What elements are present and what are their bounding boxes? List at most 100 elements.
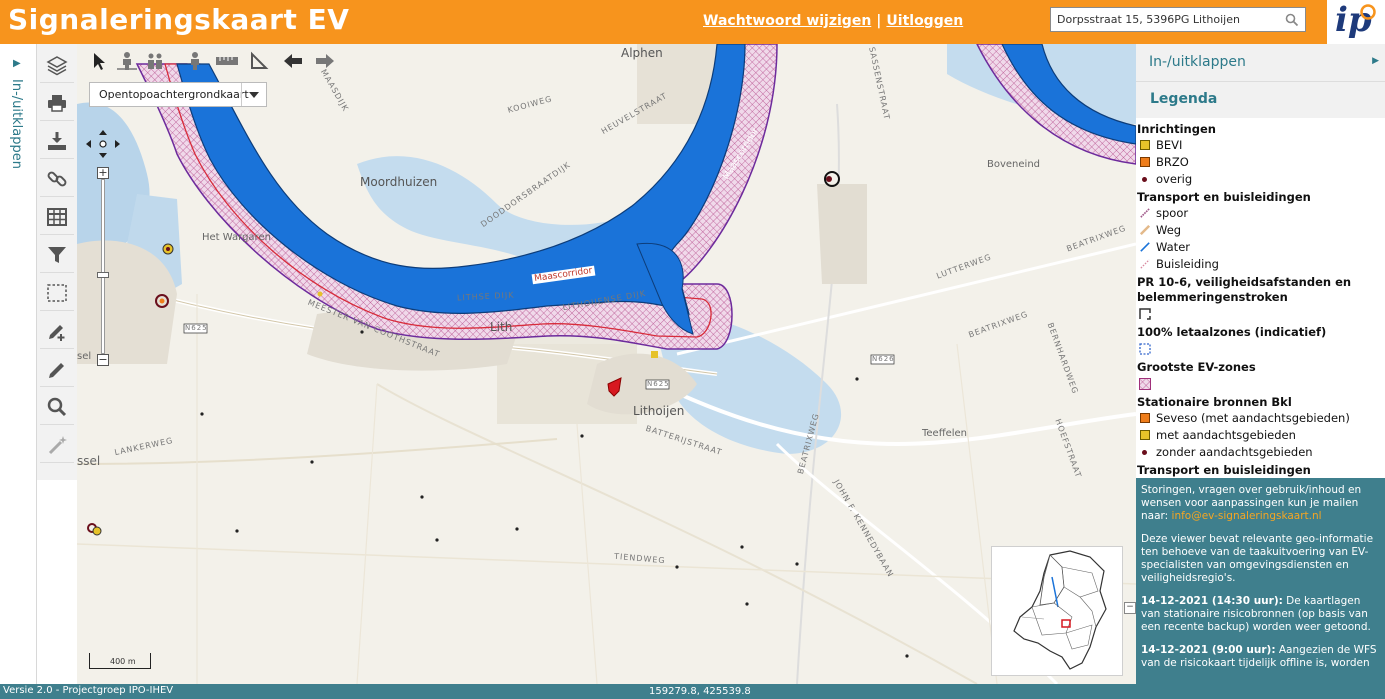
edit-pencil-icon	[49, 363, 64, 378]
ev-zone-icon	[1139, 378, 1151, 390]
legend-symbol-row	[1136, 375, 1385, 393]
town-label: Alphen	[621, 46, 663, 60]
panel-collapse-label[interactable]: In-/uitklappen	[1149, 54, 1246, 70]
header-links: Wachtwoord wijzigen | Uitloggen	[703, 13, 963, 29]
filter-icon	[48, 247, 66, 263]
legend-item-label: zonder aandachtsgebieden	[1156, 445, 1313, 459]
legend-item: Water	[1136, 239, 1385, 256]
link-icon	[47, 171, 67, 187]
persons-icon	[148, 53, 162, 69]
legend-symbol-row	[1136, 305, 1385, 323]
filter-tool-button[interactable]	[40, 238, 74, 273]
pointer-tool-button[interactable]	[86, 49, 112, 73]
netherlands-overview-graphic	[1013, 550, 1107, 670]
header-separator: |	[876, 13, 882, 29]
legend-item: overig	[1136, 171, 1385, 188]
overview-collapse-button[interactable]: −	[1124, 602, 1136, 614]
overview-map[interactable]	[991, 546, 1123, 676]
zoom-track[interactable]	[97, 179, 109, 354]
legend-item: BRZO	[1136, 154, 1385, 171]
legend-item-label: Seveso (met aandachtsgebieden)	[1156, 411, 1350, 425]
legend-item: zonder aandachtsgebieden	[1136, 444, 1385, 461]
zoom-in-button[interactable]: +	[97, 167, 109, 179]
news-item: 14-12-2021 (14:30 uur): De kaartlagen va…	[1141, 595, 1381, 634]
legend-item: Weg	[1136, 222, 1385, 239]
road-line-icon	[1140, 225, 1150, 235]
map-canvas[interactable]: Alphen Moordhuizen Het Wargaren Lith Lit…	[77, 44, 1136, 684]
legend-item-label: Weg	[1156, 223, 1182, 237]
table-icon	[47, 208, 67, 226]
search-input[interactable]	[1057, 11, 1277, 28]
legend-item-label: BEVI	[1156, 138, 1183, 152]
legend-group-title: Transport en buisleidingen	[1137, 190, 1311, 204]
link-tool-button[interactable]	[40, 162, 74, 197]
logo-ring-icon	[1360, 4, 1376, 20]
print-tool-button[interactable]	[40, 86, 74, 121]
swatch-seveso	[1140, 413, 1150, 423]
previous-extent-button[interactable]	[280, 49, 306, 73]
chevron-right-icon[interactable]: ▶	[1372, 56, 1379, 66]
chevron-down-icon[interactable]	[241, 83, 266, 106]
zoom-handle[interactable]	[97, 272, 109, 278]
person-info-tool-button[interactable]	[182, 49, 208, 73]
draw-add-tool-button[interactable]	[40, 314, 74, 349]
measure-person-tool-button[interactable]	[114, 49, 140, 73]
zoom-out-button[interactable]: −	[97, 354, 109, 366]
change-password-link[interactable]: Wachtwoord wijzigen	[703, 13, 871, 29]
magic-wand-tool-button[interactable]	[40, 428, 74, 463]
layers-tool-button[interactable]	[40, 48, 74, 83]
swatch-brzo	[1140, 157, 1150, 167]
pr-contour-icon	[1139, 308, 1151, 320]
download-icon	[48, 132, 66, 150]
search-tool-button[interactable]	[40, 390, 74, 425]
left-collapse-strip[interactable]: ▶ In-/uitklappen	[0, 44, 37, 684]
scale-label: 400 m	[110, 657, 136, 666]
town-label: Lith	[490, 320, 513, 334]
logout-link[interactable]: Uitloggen	[886, 13, 963, 29]
ruler-icon	[216, 57, 238, 65]
swatch-bevi	[1140, 140, 1150, 150]
app-title: Signaleringskaart EV	[8, 3, 350, 36]
download-tool-button[interactable]	[40, 124, 74, 159]
legend-item-label: Water	[1156, 240, 1190, 254]
search-zoom-icon	[47, 397, 67, 417]
pan-control-icon[interactable]	[84, 130, 122, 158]
ruler-tool-button[interactable]	[214, 49, 240, 73]
select-box-icon	[47, 284, 67, 302]
zoom-slider[interactable]: + −	[97, 167, 109, 369]
pipeline-line-icon	[1140, 259, 1150, 269]
edge-town-label: sel	[77, 351, 92, 362]
app-header: Signaleringskaart EV Wachtwoord wijzigen…	[0, 0, 1385, 44]
swatch-dot-icon	[1142, 177, 1147, 182]
expand-right-icon[interactable]: ▶	[13, 58, 21, 69]
ipo-logo: ip	[1327, 0, 1385, 44]
basemap-select[interactable]: Opentopoachtergrondkaart	[89, 82, 267, 107]
table-tool-button[interactable]	[40, 200, 74, 235]
person-icon	[117, 52, 137, 70]
panel-collapse-row[interactable]: In-/uitklappen ▶	[1136, 44, 1385, 82]
town-label: Boveneind	[987, 159, 1041, 170]
info-box: Storingen, vragen over gebruik/inhoud en…	[1136, 478, 1385, 684]
layers-icon	[46, 56, 68, 76]
town-label: Teeffelen	[922, 428, 968, 439]
road-shield-label: N626	[872, 355, 895, 363]
contact-email-link[interactable]: info@ev-signaleringskaart.nl	[1172, 510, 1322, 522]
legend-list: Inrichtingen BEVI BRZO overig Transport …	[1136, 120, 1385, 477]
edit-tool-button[interactable]	[40, 352, 74, 387]
scale-bar: 400 m	[89, 653, 151, 669]
measure-persons-tool-button[interactable]	[142, 49, 168, 73]
search-icon[interactable]	[1285, 12, 1299, 31]
print-icon	[48, 95, 66, 112]
pointer-icon	[94, 53, 105, 70]
area-measure-tool-button[interactable]	[246, 49, 272, 73]
swatch-dot-icon	[1142, 450, 1147, 455]
vertical-toolbar	[37, 44, 78, 480]
draw-add-icon	[49, 325, 65, 341]
select-box-tool-button[interactable]	[40, 276, 74, 311]
legend-group-title: Transport en buisleidingen	[1137, 463, 1311, 477]
next-extent-button[interactable]	[312, 49, 338, 73]
legend-item: met aandachtsgebieden	[1136, 427, 1385, 444]
left-collapse-label[interactable]: In-/uitklappen	[9, 79, 24, 169]
info-description: Deze viewer bevat relevante geo-informat…	[1141, 533, 1374, 584]
legend-item-label: BRZO	[1156, 155, 1189, 169]
